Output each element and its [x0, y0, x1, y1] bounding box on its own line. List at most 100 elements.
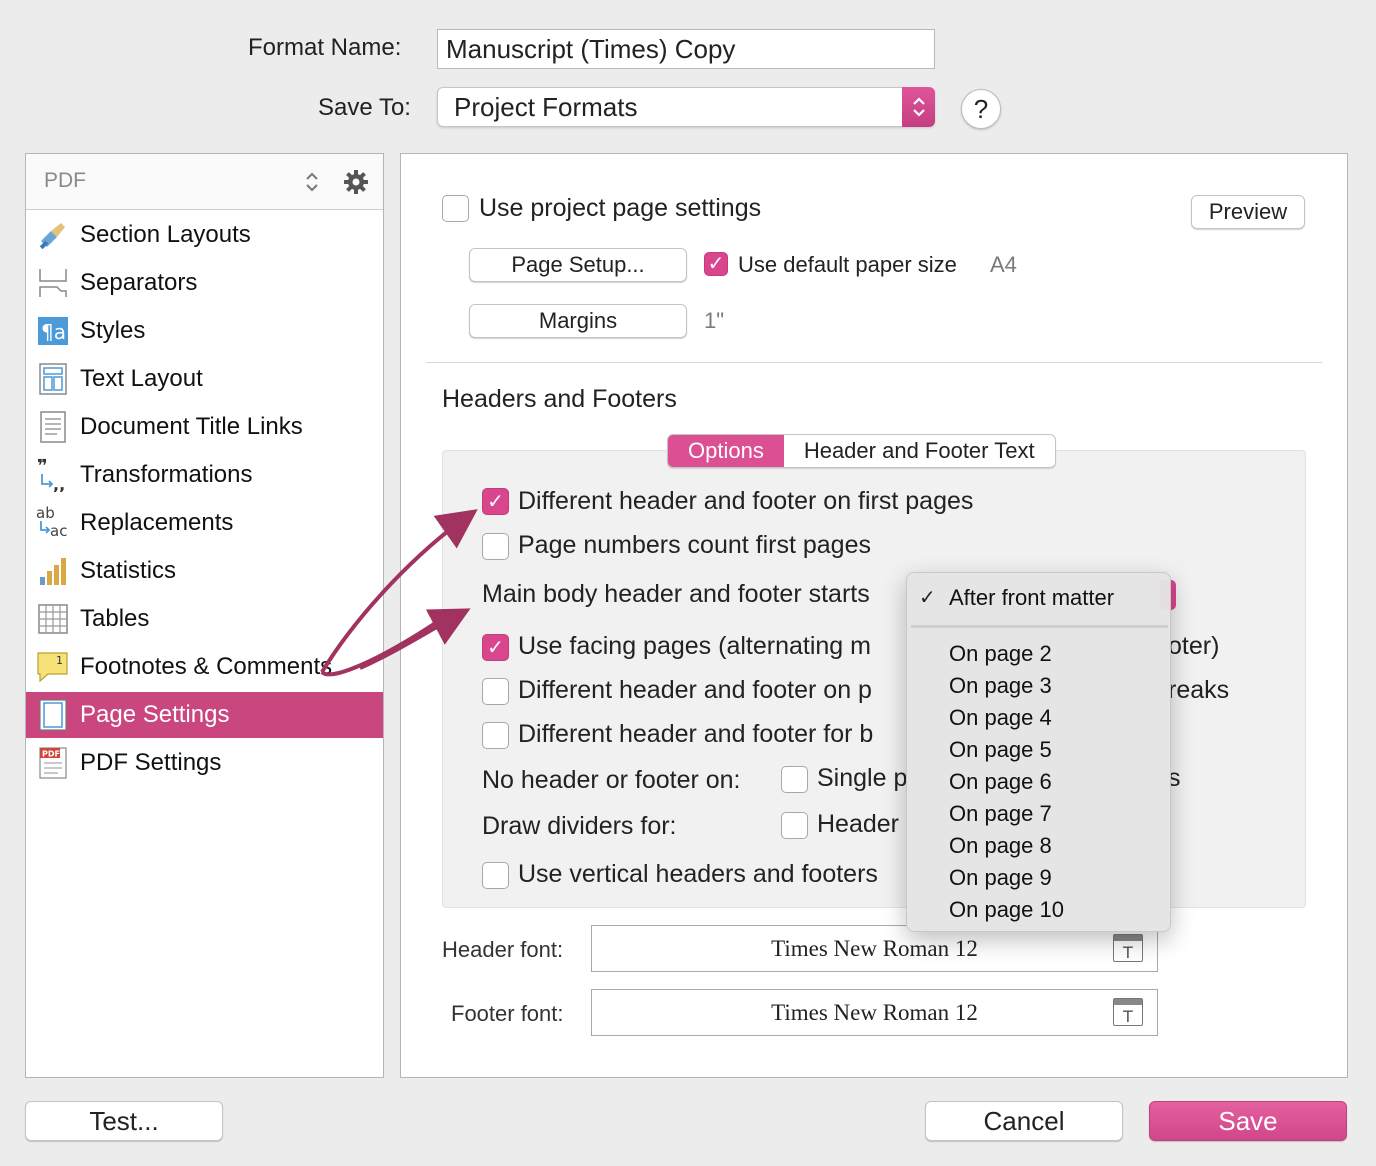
gear-icon[interactable]: [342, 168, 370, 201]
sidebar-item-section-layouts[interactable]: Section Layouts: [26, 212, 383, 258]
no-header-label: No header or footer on:: [482, 766, 741, 794]
diff-first-pages-label: Different header and footer on first pag…: [518, 487, 974, 515]
sidebar-item-label: Document Title Links: [80, 413, 303, 440]
annotation-arrows: [320, 509, 478, 677]
single-p-label: Single p: [817, 764, 908, 792]
tab-control: Options Header and Footer Text: [667, 434, 1056, 468]
facing-pages-checkbox[interactable]: [482, 634, 509, 661]
diff-for-b-checkbox[interactable]: [482, 722, 509, 749]
sidebar-item-document-title-links[interactable]: Document Title Links: [26, 404, 383, 450]
sidebar-item-transformations[interactable]: ❞,, Transformations: [26, 452, 383, 498]
diff-first-pages-checkbox[interactable]: [482, 488, 509, 515]
bar-chart-icon: [36, 554, 70, 588]
svg-text:¶a: ¶a: [41, 320, 66, 344]
sidebar-item-label: Tables: [80, 605, 150, 632]
diff-on-p-label: Different header and footer on p: [518, 676, 872, 704]
use-default-paper-checkbox[interactable]: [704, 252, 728, 276]
format-name-label: Format Name:: [248, 34, 402, 61]
facing-pages-label-tail: oter): [1168, 632, 1220, 660]
menu-item[interactable]: On page 9: [949, 865, 1052, 891]
header-font-value: Times New Roman 12: [771, 935, 978, 961]
sidebar-item-styles[interactable]: ¶a Styles: [26, 308, 383, 354]
format-type-selector[interactable]: PDF: [26, 154, 383, 210]
text-layout-icon: [36, 362, 70, 396]
sidebar-item-separators[interactable]: Separators: [26, 260, 383, 306]
sidebar-item-text-layout[interactable]: Text Layout: [26, 356, 383, 402]
menu-separator: [911, 625, 1168, 628]
menu-item[interactable]: On page 5: [949, 737, 1052, 763]
margins-value: 1": [704, 308, 725, 333]
vertical-headers-checkbox[interactable]: [482, 862, 509, 889]
use-default-paper-label: Use default paper size: [738, 252, 957, 277]
svg-text:ac: ac: [50, 522, 67, 540]
sidebar-item-label: Statistics: [80, 557, 177, 584]
footer-font-value: Times New Roman 12: [771, 999, 978, 1025]
save-to-popup[interactable]: Project Formats: [437, 87, 935, 127]
menu-item[interactable]: On page 8: [949, 833, 1052, 859]
test-button[interactable]: Test...: [25, 1101, 223, 1141]
page-numbers-count-checkbox[interactable]: [482, 533, 509, 560]
sidebar-item-page-settings[interactable]: Page Settings: [26, 692, 383, 738]
headers-footers-title: Headers and Footers: [442, 385, 677, 413]
page-icon: [36, 698, 70, 732]
chevron-updown-icon: [304, 168, 320, 201]
styles-icon: ¶a: [36, 314, 70, 348]
facing-pages-label: Use facing pages (alternating m: [518, 632, 871, 660]
page-numbers-count-label: Page numbers count first pages: [518, 531, 871, 559]
sidebar-item-label: Section Layouts: [80, 221, 251, 248]
sidebar-item-label: PDF Settings: [80, 749, 222, 776]
sidebar-item-pdf-settings[interactable]: PDF PDF Settings: [26, 740, 383, 786]
replace-icon: ab ac: [36, 506, 70, 540]
font-picker-icon[interactable]: T: [1113, 998, 1143, 1026]
menu-item[interactable]: On page 2: [949, 641, 1052, 667]
header-font-field[interactable]: Times New Roman 12: [591, 925, 1158, 972]
sidebar-item-label: Separators: [80, 269, 198, 296]
menu-item[interactable]: On page 3: [949, 673, 1052, 699]
footer-font-field[interactable]: Times New Roman 12: [591, 989, 1158, 1036]
pdf-icon: PDF: [36, 746, 70, 780]
save-button[interactable]: Save: [1149, 1101, 1347, 1141]
diff-on-p-label-tail: reaks: [1168, 676, 1230, 704]
font-picker-icon[interactable]: T: [1113, 934, 1143, 962]
preview-button[interactable]: Preview: [1191, 195, 1305, 229]
vertical-headers-label: Use vertical headers and footers: [518, 860, 878, 888]
draw-dividers-label: Draw dividers for:: [482, 812, 677, 840]
save-to-label: Save To:: [318, 94, 411, 121]
single-p-checkbox[interactable]: [781, 766, 808, 793]
help-button[interactable]: ?: [961, 89, 1001, 129]
main-body-starts-label: Main body header and footer starts: [482, 580, 870, 608]
use-project-page-settings-checkbox[interactable]: [442, 195, 469, 222]
diff-on-p-checkbox[interactable]: [482, 678, 509, 705]
save-to-value: Project Formats: [454, 92, 638, 122]
menu-item[interactable]: On page 4: [949, 705, 1052, 731]
footer-font-label: Footer font:: [451, 1001, 564, 1026]
menu-item[interactable]: On page 6: [949, 769, 1052, 795]
svg-text:1: 1: [56, 654, 63, 667]
format-name-input[interactable]: Manuscript (Times) Copy: [437, 29, 935, 69]
sidebar-item-label: Text Layout: [80, 365, 203, 392]
tab-header-footer-text[interactable]: Header and Footer Text: [784, 435, 1055, 467]
page-setup-button[interactable]: Page Setup...: [469, 248, 687, 282]
menu-item[interactable]: On page 10: [949, 897, 1064, 923]
format-type-label: PDF: [44, 169, 86, 192]
main-body-start-menu: ✓ After front matter On page 2 On page 3…: [906, 572, 1171, 932]
divider-header-label: Header: [817, 810, 899, 838]
checkmark-icon: ✓: [919, 587, 936, 609]
sidebar-item-label: Replacements: [80, 509, 234, 536]
menu-item-after-front-matter[interactable]: After front matter: [949, 585, 1114, 611]
sidebar-item-label: Transformations: [80, 461, 253, 488]
divider-header-checkbox[interactable]: [781, 812, 808, 839]
sidebar-item-label: Footnotes & Comments: [80, 653, 333, 680]
sidebar-item-label: Styles: [80, 317, 146, 344]
quotes-icon: ❞,,: [36, 458, 70, 492]
paper-size-value: A4: [990, 252, 1017, 277]
tab-options[interactable]: Options: [668, 435, 784, 467]
svg-text:PDF: PDF: [42, 750, 60, 759]
brush-icon: [36, 218, 70, 252]
margins-button[interactable]: Margins: [469, 304, 687, 338]
cancel-button[interactable]: Cancel: [925, 1101, 1123, 1141]
separators-icon: [36, 266, 70, 300]
divider: [426, 362, 1322, 363]
menu-item[interactable]: On page 7: [949, 801, 1052, 827]
chevron-updown-icon: [902, 87, 935, 127]
